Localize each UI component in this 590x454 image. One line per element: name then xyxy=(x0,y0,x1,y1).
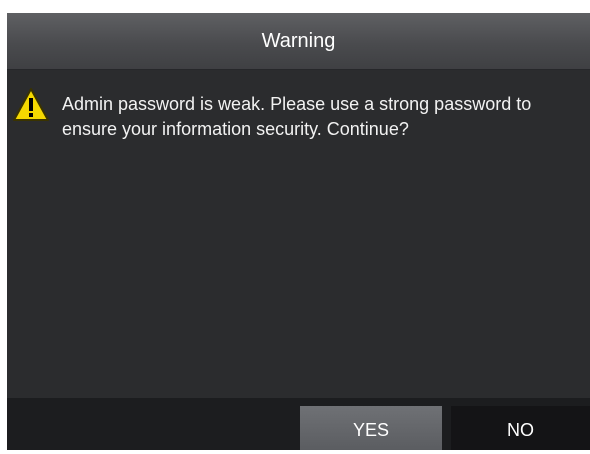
dialog-titlebar: Warning xyxy=(7,13,590,70)
yes-button[interactable]: YES xyxy=(300,406,442,450)
no-button[interactable]: NO xyxy=(451,406,590,450)
dialog-footer: YES NO xyxy=(7,398,590,450)
dialog-body: Admin password is weak. Please use a str… xyxy=(7,70,590,398)
dialog-message: Admin password is weak. Please use a str… xyxy=(62,94,532,139)
dialog-title: Warning xyxy=(261,30,336,52)
warning-icon xyxy=(13,88,49,121)
warning-dialog: Warning Admin password is weak. Please u… xyxy=(7,13,590,450)
